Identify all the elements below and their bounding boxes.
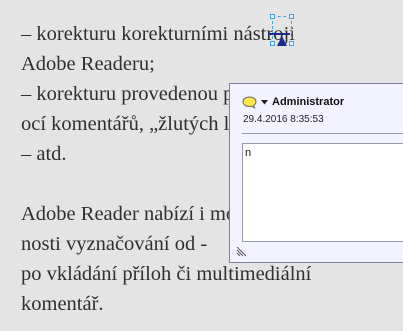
strikethrough-line (268, 33, 290, 35)
selection-handle[interactable] (270, 41, 275, 46)
comment-timestamp: 29.4.2016 8:35:53 (243, 114, 324, 125)
speech-bubble-icon[interactable] (242, 95, 257, 109)
comment-text-field[interactable]: n (242, 143, 403, 242)
resize-grip-icon[interactable] (236, 247, 246, 257)
text-line: – korekturu korekturními nástroji (21, 23, 295, 45)
popup-divider (242, 133, 403, 134)
comment-popup[interactable]: Administrator 29.4.2016 8:35:53 n (229, 83, 403, 263)
selection-handle[interactable] (289, 41, 294, 46)
comment-popup-header[interactable]: Administrator (242, 94, 344, 110)
text-line: komentář. (21, 293, 104, 315)
text-line: nosti vyznačování od - (21, 233, 208, 255)
insert-caret-icon (277, 36, 287, 46)
selection-handle[interactable] (289, 14, 294, 19)
strikethrough-annotation[interactable] (268, 14, 296, 46)
text-line: Adobe Readeru; (21, 53, 155, 75)
comment-author: Administrator (272, 96, 345, 108)
text-line: Adobe Reader nabízí i mož- (21, 203, 253, 225)
text-line: – atd. (21, 143, 67, 165)
chevron-down-icon[interactable] (261, 99, 268, 106)
selection-handle[interactable] (270, 14, 275, 19)
text-line: po vkládání příloh či multimediální (21, 263, 312, 285)
